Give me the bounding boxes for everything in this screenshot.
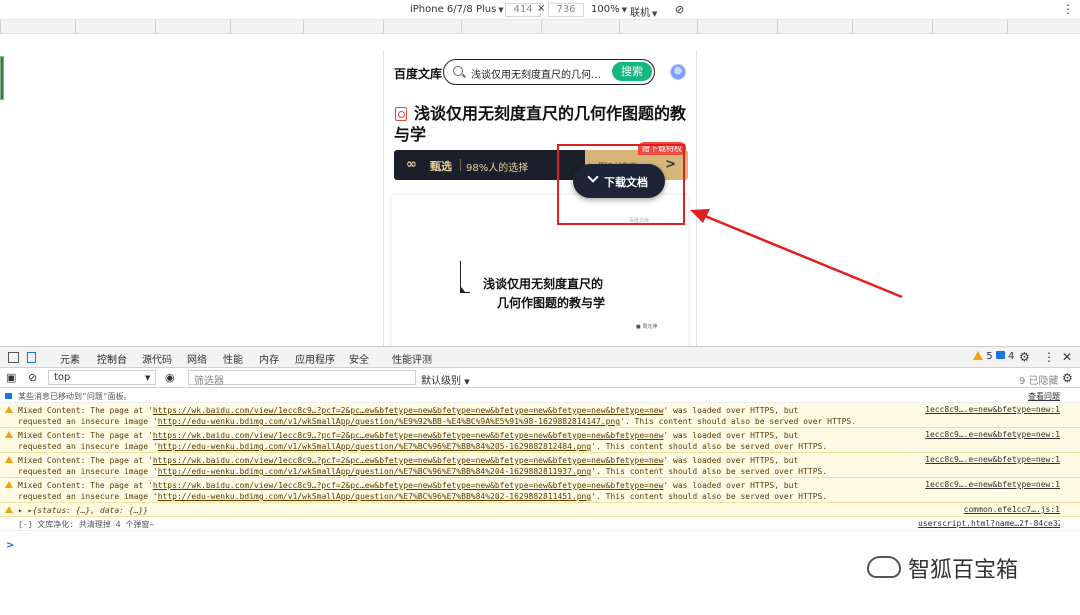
image-url-link[interactable]: http://edu-wenku.bdimg.com/v1/wkSmallApp… — [158, 492, 591, 501]
source-link[interactable]: 1ecc8c9….e=new&bfetype=new:1 — [918, 480, 1060, 489]
warning-icon — [5, 506, 13, 513]
console-info-row: 某些消息已移动到"问题"面板。 查看问题 — [0, 389, 1080, 403]
search-button[interactable]: 搜索 — [612, 62, 652, 81]
search-input[interactable]: 浅谈仅用无刻度直尺的几何作图题的教与学 — [471, 66, 609, 81]
tab-performance[interactable]: 性能 — [223, 351, 243, 366]
console-object-row[interactable]: ▸ ▸{status: {…}, data: {…}} common.efe1c… — [0, 503, 1080, 517]
annotation-box — [557, 144, 685, 225]
wenku-logo[interactable]: 百度文库 — [394, 65, 442, 82]
width-field[interactable]: 414 — [505, 3, 541, 17]
vip-divider — [460, 159, 461, 171]
page-url-link[interactable]: https://wk.baidu.com/view/1ecc8c9…?pcf=2… — [153, 431, 664, 440]
close-icon[interactable]: ✕ — [1062, 350, 1072, 364]
log-level-select[interactable]: 默认级别 ▼ — [421, 372, 470, 387]
console-warning-row: Mixed Content: The page at 'https://wk.b… — [0, 403, 1080, 428]
message-icon — [5, 393, 12, 399]
vip-select-label: 甄选 — [430, 160, 452, 173]
clear-console-icon[interactable]: ⊘ — [28, 371, 37, 384]
watermark-logo — [867, 556, 901, 578]
page-url-link[interactable]: https://wk.baidu.com/view/1ecc8c9…?pcf=2… — [153, 456, 664, 465]
network-select[interactable]: 联机 ▼ — [630, 4, 657, 19]
inspect-icon[interactable] — [8, 352, 19, 363]
dimension-separator: × — [537, 3, 546, 14]
tab-memory[interactable]: 内存 — [259, 351, 279, 366]
infinity-icon: ∞ — [406, 157, 417, 172]
warning-icon — [5, 431, 13, 438]
more-options-icon[interactable]: ⋮ — [1062, 2, 1074, 16]
console-warning-row: Mixed Content: The page at 'https://wk.b… — [0, 453, 1080, 478]
warning-icon — [5, 456, 13, 463]
view-issues-link[interactable]: 查看问题 — [918, 391, 1060, 402]
console-settings-gear-icon[interactable]: ⚙ — [1062, 371, 1073, 385]
source-link[interactable]: 1ecc8c9….e=new&bfetype=new:1 — [918, 430, 1060, 439]
bracket-decoration — [460, 261, 470, 293]
resize-handle[interactable] — [0, 56, 4, 100]
warning-icon — [5, 406, 13, 413]
tab-security[interactable]: 安全 — [349, 351, 369, 366]
device-mode-icon[interactable] — [27, 352, 36, 363]
tab-lighthouse[interactable]: 性能评测 — [392, 351, 432, 366]
settings-gear-icon[interactable]: ⚙ — [1019, 350, 1030, 364]
console-warning-row: Mixed Content: The page at 'https://wk.b… — [0, 478, 1080, 503]
filter-input[interactable]: 筛选器 — [194, 372, 224, 387]
wenku-header: 百度文库 浅谈仅用无刻度直尺的几何作图题的教与学 搜索 — [384, 50, 696, 94]
device-toolbar: iPhone 6/7/8 Plus ▼ 414 × 736 100% ▼ 联机 ▼ ⊘… — [0, 0, 1080, 20]
height-field[interactable]: 736 — [548, 3, 584, 17]
page-url-link[interactable]: https://wk.baidu.com/view/1ecc8c9…?pcf=2… — [153, 481, 664, 490]
warning-icon — [5, 481, 13, 488]
source-link[interactable]: common.efe1cc7….js:1 — [918, 505, 1060, 514]
source-link[interactable]: 1ecc8c9….e=new&bfetype=new:1 — [918, 455, 1060, 464]
tab-application[interactable]: 应用程序 — [295, 351, 335, 366]
devtools-tab-bar: 元素 控制台 源代码 网络 性能 内存 应用程序 安全 性能评测 5 4 ⚙ ⋮… — [0, 346, 1080, 371]
console-toolbar: ▣ ⊘ top ▼ ◉ 筛选器 默认级别 ▼ 9 已隐藏 ⚙ — [0, 368, 1080, 388]
more-options-icon[interactable]: ⋮ — [1043, 350, 1055, 364]
preview-author: ■ 周元萍 — [636, 324, 658, 330]
page-url-link[interactable]: https://wk.baidu.com/view/1ecc8c9…?pcf=2… — [153, 406, 664, 415]
watermark-text: 智狐百宝箱 — [908, 558, 1019, 583]
message-icon — [995, 351, 1005, 359]
preview-title-line1: 浅谈仅用无刻度直尺的 — [483, 277, 604, 291]
media-query-ruler — [0, 20, 1080, 34]
issues-counter[interactable]: 5 4 — [973, 351, 1014, 362]
image-url-link[interactable]: http://edu-wenku.bdimg.com/v1/wkSmallApp… — [158, 442, 591, 451]
source-link[interactable]: 1ecc8c9….e=new&bfetype=new:1 — [918, 405, 1060, 414]
rotate-icon[interactable]: ⊘ — [675, 3, 684, 16]
device-select[interactable]: iPhone 6/7/8 Plus ▼ — [410, 4, 504, 15]
tab-console[interactable]: 控制台 — [93, 351, 131, 371]
console-prompt[interactable]: > — [6, 540, 14, 551]
image-url-link[interactable]: http://edu-wenku.bdimg.com/v1/wkSmallApp… — [158, 467, 591, 476]
chevron-down-icon: ▼ — [145, 374, 151, 382]
preview-title-line2: 几何作图题的教与学 — [497, 296, 606, 310]
tab-network[interactable]: 网络 — [187, 351, 207, 366]
tab-sources[interactable]: 源代码 — [142, 351, 172, 366]
eye-icon[interactable]: ◉ — [165, 371, 175, 384]
avatar[interactable] — [670, 64, 686, 80]
image-url-link[interactable]: http://edu-wenku.bdimg.com/v1/wkSmallApp… — [158, 417, 620, 426]
console-warning-row: Mixed Content: The page at 'https://wk.b… — [0, 428, 1080, 453]
vip-percent-label: 98%人的选择 — [466, 163, 529, 174]
hidden-count: 9 已隐藏 — [1019, 376, 1059, 387]
sidebar-toggle-icon[interactable]: ▣ — [6, 371, 16, 384]
source-link[interactable]: userscript.html?name…2f-84ce32c1bd61:122 — [918, 519, 1060, 528]
console-log-row: [-] 文库净化: 共清理掉 4 个弹窗~ userscript.html?na… — [0, 517, 1080, 531]
document-title: 浅谈仅用无刻度直尺的几何作图题的教与学 — [394, 104, 687, 144]
search-icon — [453, 66, 463, 76]
search-bar[interactable]: 浅谈仅用无刻度直尺的几何作图题的教与学 搜索 — [443, 59, 655, 85]
tab-elements[interactable]: 元素 — [60, 351, 80, 366]
warning-icon — [973, 351, 983, 360]
context-label: top — [54, 372, 71, 383]
zoom-select[interactable]: 100% ▼ — [591, 4, 627, 15]
